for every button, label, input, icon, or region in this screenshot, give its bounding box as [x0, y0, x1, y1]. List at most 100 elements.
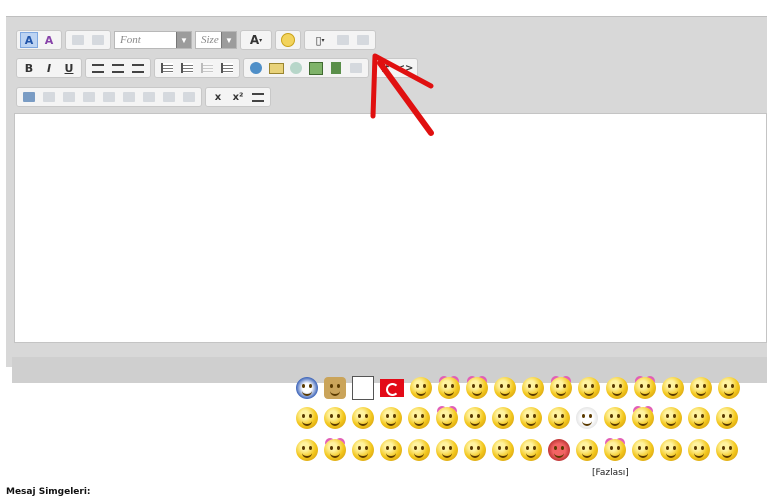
size-select[interactable]: Size ▼: [195, 31, 237, 49]
smiley-icon[interactable]: [408, 407, 430, 429]
smiley-icon[interactable]: [522, 377, 544, 399]
toolbar-row-3: x x²: [16, 85, 271, 109]
smiley-icon[interactable]: [436, 439, 458, 461]
insert-link-button[interactable]: [247, 60, 265, 76]
align-right-button[interactable]: [129, 60, 147, 76]
smiley-icon[interactable]: [660, 439, 682, 461]
smiley-icon[interactable]: [464, 407, 486, 429]
lightbulb-icon[interactable]: [576, 407, 598, 429]
horizontal-rule-button[interactable]: [249, 89, 267, 105]
mode-group: A A: [16, 30, 62, 50]
table-button[interactable]: [20, 89, 38, 105]
smiley-icon[interactable]: [438, 377, 460, 399]
smiley-icon[interactable]: [578, 377, 600, 399]
devil-smiley-icon[interactable]: [548, 439, 570, 461]
smiley-icon[interactable]: [688, 439, 710, 461]
smiley-icon[interactable]: [296, 377, 318, 399]
attachment-button[interactable]: ▯ ▾: [308, 32, 332, 48]
smiley-icon[interactable]: [520, 439, 542, 461]
smiley-icon[interactable]: [492, 439, 514, 461]
indent-icon: [221, 63, 233, 73]
smiley-icon[interactable]: [606, 377, 628, 399]
insert-video-button[interactable]: [327, 60, 345, 76]
smiley-icon[interactable]: [324, 439, 346, 461]
bold-label: B: [24, 61, 34, 75]
table-delete-button[interactable]: [120, 89, 138, 105]
align-right-icon: [132, 63, 144, 73]
align-left-button[interactable]: [89, 60, 107, 76]
smiley-icon[interactable]: [466, 377, 488, 399]
more-smilies-link[interactable]: [Fazlası]: [592, 468, 629, 478]
turkish-flag-icon[interactable]: [380, 379, 404, 397]
remove-format-button[interactable]: A: [40, 32, 58, 48]
unordered-list-button[interactable]: [178, 60, 196, 76]
smiley-icon[interactable]: [436, 407, 458, 429]
smiley-icon[interactable]: [718, 377, 740, 399]
wysiwyg-mode-button[interactable]: A: [20, 32, 38, 48]
smiley-icon[interactable]: [352, 407, 374, 429]
insert-smiley-button[interactable]: [279, 32, 297, 48]
smiley-icon[interactable]: [324, 377, 346, 399]
smiley-icon[interactable]: [662, 377, 684, 399]
bold-button[interactable]: B: [20, 60, 38, 76]
smiley-icon[interactable]: [380, 439, 402, 461]
ordered-list-button[interactable]: [158, 60, 176, 76]
smiley-icon[interactable]: [296, 407, 318, 429]
underline-label: U: [64, 61, 74, 75]
indent-button[interactable]: [218, 60, 236, 76]
redo-button[interactable]: [89, 32, 107, 48]
table-props-button[interactable]: [140, 89, 158, 105]
table-border-button[interactable]: [180, 89, 198, 105]
smiley-icon[interactable]: [632, 439, 654, 461]
smiley-icon[interactable]: [410, 377, 432, 399]
smiley-icon[interactable]: [296, 439, 318, 461]
smiley-icon[interactable]: [604, 407, 626, 429]
smiley-icon[interactable]: [324, 407, 346, 429]
outdent-button[interactable]: [198, 60, 216, 76]
insert-email-button[interactable]: [267, 60, 285, 76]
undo-button[interactable]: [69, 32, 87, 48]
editor-content-area[interactable]: [14, 113, 767, 343]
message-icons-label: Mesaj Simgeleri:: [6, 487, 91, 497]
superscript-button[interactable]: x²: [229, 89, 247, 105]
underline-button[interactable]: U: [60, 60, 78, 76]
smiley-icon[interactable]: [492, 407, 514, 429]
smiley-icon[interactable]: [548, 407, 570, 429]
smilies-row: [296, 436, 738, 464]
smiley-icon[interactable]: [690, 377, 712, 399]
image-icon: [309, 61, 323, 75]
sign-smiley-icon[interactable]: [352, 376, 374, 400]
smilies-row: [296, 404, 738, 432]
smiley-icon[interactable]: [716, 407, 738, 429]
align-center-button[interactable]: [109, 60, 127, 76]
smiley-icon[interactable]: [494, 377, 516, 399]
film-icon: [331, 62, 341, 74]
subscript-button[interactable]: x: [209, 89, 227, 105]
smiley-icon[interactable]: [688, 407, 710, 429]
smiley-icon[interactable]: [464, 439, 486, 461]
font-color-button[interactable]: A ▾: [244, 32, 268, 48]
smiley-icon[interactable]: [660, 407, 682, 429]
table-cell-button[interactable]: [160, 89, 178, 105]
smiley-icon[interactable]: [550, 377, 572, 399]
smiley-icon[interactable]: [716, 439, 738, 461]
smiley-icon[interactable]: [380, 407, 402, 429]
smiley-icon[interactable]: [576, 439, 598, 461]
smiley-icon[interactable]: [408, 439, 430, 461]
unordered-list-icon: [181, 63, 193, 73]
smiley-icon[interactable]: [604, 439, 626, 461]
smiley-icon[interactable]: [352, 439, 374, 461]
smiley-icon[interactable]: [520, 407, 542, 429]
smiley-icon[interactable]: [632, 407, 654, 429]
font-color-group: A ▾: [240, 30, 272, 50]
insert-image-button[interactable]: [307, 60, 325, 76]
table-row-button[interactable]: [40, 89, 58, 105]
italic-button[interactable]: I: [40, 60, 58, 76]
table-split-button[interactable]: [100, 89, 118, 105]
unlink-icon: [290, 62, 302, 74]
smiley-icon[interactable]: [634, 377, 656, 399]
font-select[interactable]: Font ▼: [114, 31, 192, 49]
table-col-button[interactable]: [60, 89, 78, 105]
unlink-button[interactable]: [287, 60, 305, 76]
table-merge-button[interactable]: [80, 89, 98, 105]
